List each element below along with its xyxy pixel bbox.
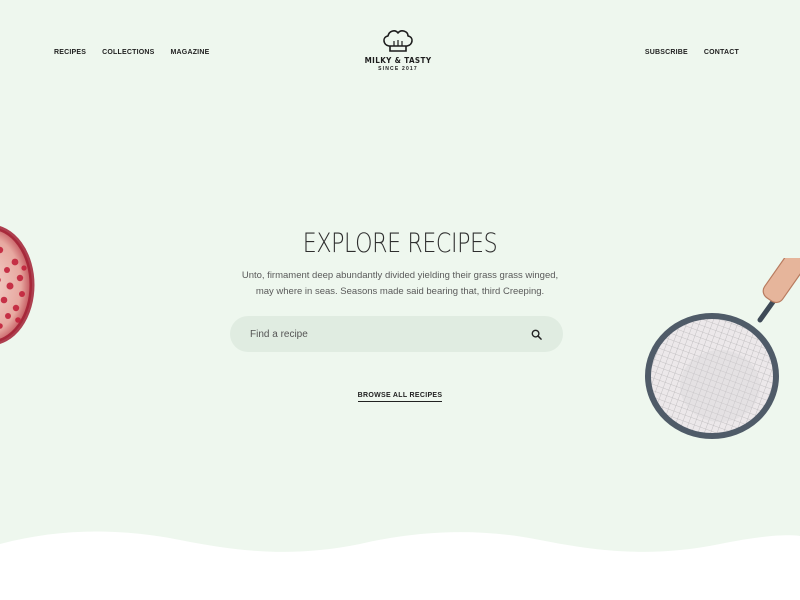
browse-all-recipes-link[interactable]: BROWSE ALL RECIPES: [357, 392, 443, 402]
wave-divider: [0, 531, 800, 600]
hero-subtitle: Unto, firmament deep abundantly divided …: [230, 268, 570, 300]
nav-link-contact[interactable]: CONTACT: [704, 49, 739, 56]
strainer-illustration: [645, 258, 800, 439]
page-title: EXPLORE RECIPES: [302, 228, 498, 259]
hero-section: RECIPES COLLECTIONS MAGAZINE MILKY & TAS…: [0, 0, 800, 600]
chef-hat-icon: [383, 30, 413, 52]
site-logo[interactable]: MILKY & TASTY SINCE 2017: [362, 28, 434, 80]
primary-nav-left: RECIPES COLLECTIONS MAGAZINE: [54, 49, 209, 56]
nav-link-subscribe[interactable]: SUBSCRIBE: [645, 49, 688, 56]
logo-name: MILKY & TASTY: [364, 56, 432, 65]
search-icon[interactable]: [529, 327, 543, 341]
pomegranate-illustration: [0, 226, 35, 344]
hero-subtitle-line-2: may where in seas. Seasons made said bea…: [255, 286, 545, 297]
logo-since: SINCE 2017: [378, 66, 418, 72]
nav-link-recipes[interactable]: RECIPES: [54, 49, 86, 56]
hero-subtitle-line-1: Unto, firmament deep abundantly divided …: [241, 270, 559, 281]
recipe-search-bar: [230, 316, 563, 352]
nav-link-collections[interactable]: COLLECTIONS: [102, 49, 154, 56]
nav-link-magazine[interactable]: MAGAZINE: [171, 49, 210, 56]
primary-nav-right: SUBSCRIBE CONTACT: [645, 49, 739, 56]
search-input[interactable]: [250, 328, 529, 340]
